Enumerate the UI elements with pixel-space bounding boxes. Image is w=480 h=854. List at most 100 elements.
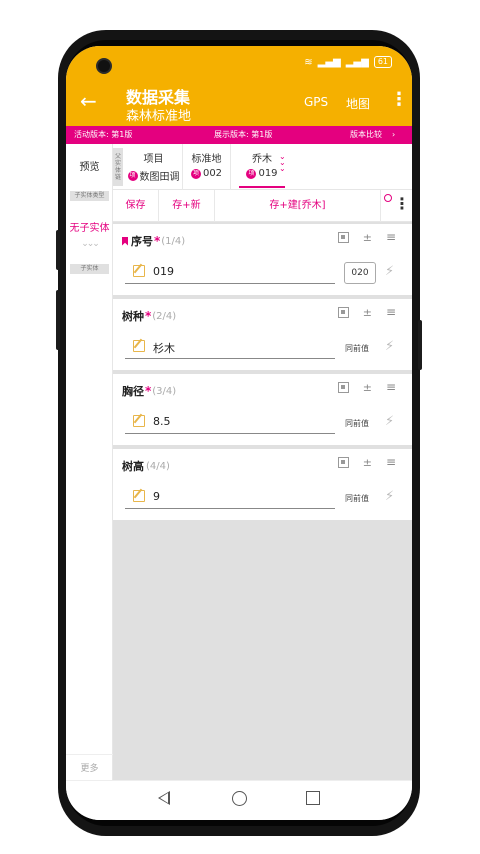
child-label: 子实体 bbox=[70, 264, 109, 274]
bolt-icon[interactable]: ⚡ bbox=[385, 339, 394, 354]
more-button[interactable]: 更多 bbox=[66, 754, 113, 774]
qr-code-icon[interactable] bbox=[337, 232, 349, 243]
status-icons: ≋ ▂▄▆ ▂▄▆ 61 bbox=[304, 56, 392, 68]
field-count: (3/4) bbox=[152, 385, 177, 397]
side-button bbox=[56, 230, 60, 270]
field-label: 树种 * (2/4) bbox=[122, 308, 176, 324]
entity-tab-value: 数图田调 bbox=[139, 172, 180, 183]
app-bar: ← 数据采集 森林标准地 GPS 地图 ⋮ bbox=[66, 80, 412, 126]
save-create-button[interactable]: 存+建[乔木] bbox=[215, 190, 381, 222]
side-button bbox=[418, 320, 422, 370]
card-icons: ± ≡ bbox=[337, 456, 396, 468]
required-star: * bbox=[145, 309, 152, 323]
qr-code-icon[interactable] bbox=[337, 457, 349, 468]
gps-button[interactable]: GPS bbox=[304, 95, 328, 109]
field-value: 8.5 bbox=[153, 415, 171, 428]
field-input[interactable]: 019 bbox=[125, 262, 335, 284]
save-new-button[interactable]: 存+新 bbox=[159, 190, 215, 222]
previous-value-button[interactable]: 同前值 bbox=[345, 418, 369, 429]
plus-minus-icon[interactable]: ± bbox=[363, 457, 372, 468]
field-label: 序号 * (1/4) bbox=[122, 233, 185, 249]
menu-icon[interactable]: ≡ bbox=[386, 231, 396, 243]
edit-icon bbox=[133, 265, 145, 277]
menu-icon[interactable]: ≡ bbox=[386, 306, 396, 318]
bookmark-icon bbox=[122, 236, 128, 246]
action-bar: 保存 存+新 存+建[乔木] ⋮ bbox=[113, 190, 412, 222]
previous-value-button[interactable]: 020 bbox=[344, 262, 376, 284]
field-count: (2/4) bbox=[152, 310, 177, 322]
previous-value-button[interactable]: 同前值 bbox=[345, 343, 369, 354]
nav-back-icon[interactable] bbox=[158, 791, 170, 805]
sidebar: 预览 子实体类型 无子实体 ⌄⌄⌄ 子实体 更多 bbox=[66, 144, 113, 780]
more-vert-icon[interactable]: ⋮ bbox=[394, 196, 410, 212]
version-compare-button[interactable]: 版本比较 bbox=[350, 126, 382, 144]
nav-recents-icon[interactable] bbox=[306, 791, 320, 805]
menu-icon[interactable]: ≡ bbox=[386, 456, 396, 468]
bolt-icon[interactable]: ⚡ bbox=[385, 414, 394, 429]
entity-tab-value: 019 bbox=[258, 168, 278, 179]
field-input[interactable]: 杉木 bbox=[125, 337, 335, 359]
edit-icon bbox=[133, 490, 145, 502]
side-button bbox=[56, 290, 60, 350]
entity-chain: 父实体链 项目 项数图田调 标准地 项 002 乔木 项 019 ⌄ ⌄ ⌄ bbox=[113, 144, 412, 190]
previous-value-button[interactable]: 同前值 bbox=[345, 493, 369, 504]
required-star: * bbox=[154, 234, 161, 248]
field-label: 树高 (4/4) bbox=[122, 458, 170, 474]
field-card: 胸径 * (3/4) ± ≡ 8.5 同前值 ⚡ bbox=[113, 374, 412, 445]
field-value: 019 bbox=[153, 265, 174, 278]
action-more[interactable]: ⋮ bbox=[382, 190, 412, 222]
main-panel: 父实体链 项目 项数图田调 标准地 项 002 乔木 项 019 ⌄ ⌄ ⌄ 保存 存+… bbox=[113, 144, 412, 780]
card-icons: ± ≡ bbox=[337, 306, 396, 318]
active-tab-indicator bbox=[239, 186, 285, 188]
field-name: 树高 bbox=[122, 460, 144, 473]
field-card: 序号 * (1/4) ± ≡ 019 020 ⚡ bbox=[113, 224, 412, 295]
field-value: 9 bbox=[153, 490, 160, 503]
save-button[interactable]: 保存 bbox=[113, 190, 159, 222]
entity-tab-project[interactable]: 项目 项数图田调 bbox=[125, 144, 183, 190]
entity-badge: 项 bbox=[246, 168, 257, 179]
preview-button[interactable]: 预览 bbox=[66, 158, 113, 173]
bolt-icon[interactable]: ⚡ bbox=[385, 489, 394, 504]
display-version[interactable]: 展示版本: 第1版 bbox=[214, 126, 272, 144]
field-card: 树种 * (2/4) ± ≡ 杉木 同前值 ⚡ bbox=[113, 299, 412, 370]
field-name: 序号 bbox=[131, 235, 153, 248]
entity-tab-name: 项目 bbox=[143, 154, 164, 165]
back-arrow-icon[interactable]: ← bbox=[80, 90, 97, 112]
field-count: (4/4) bbox=[146, 460, 170, 472]
nav-home-icon[interactable] bbox=[232, 791, 247, 806]
no-child-entity[interactable]: 无子实体 bbox=[66, 219, 113, 234]
plus-minus-icon[interactable]: ± bbox=[363, 382, 372, 393]
qr-code-icon[interactable] bbox=[337, 382, 349, 393]
parent-chain-label: 父实体链 bbox=[113, 148, 123, 186]
card-icons: ± ≡ bbox=[337, 381, 396, 393]
status-dot-icon bbox=[384, 194, 392, 202]
map-button[interactable]: 地图 bbox=[346, 95, 370, 112]
navigation-bar bbox=[66, 780, 412, 820]
field-name: 胸径 bbox=[122, 385, 144, 398]
battery-icon: 61 bbox=[373, 56, 392, 68]
more-vert-icon[interactable]: ⋮ bbox=[390, 91, 408, 109]
entity-badge: 项 bbox=[190, 168, 201, 179]
entity-tab-name: 标准地 bbox=[191, 154, 222, 165]
menu-icon[interactable]: ≡ bbox=[386, 381, 396, 393]
required-star: * bbox=[145, 384, 152, 398]
qr-code-icon[interactable] bbox=[337, 307, 349, 318]
edit-icon bbox=[133, 340, 145, 352]
field-card: 树高 (4/4) ± ≡ 9 同前值 ⚡ bbox=[113, 449, 412, 520]
edit-icon bbox=[133, 415, 145, 427]
plus-minus-icon[interactable]: ± bbox=[363, 307, 372, 318]
expand-icon[interactable]: ⌄⌄⌄ bbox=[66, 239, 113, 249]
chevron-down-icon[interactable]: ⌄ ⌄ ⌄ bbox=[279, 153, 286, 173]
field-label: 胸径 * (3/4) bbox=[122, 383, 176, 399]
plus-minus-icon[interactable]: ± bbox=[363, 232, 372, 243]
app-subtitle: 森林标准地 bbox=[126, 109, 192, 124]
field-input[interactable]: 8.5 bbox=[125, 412, 335, 434]
bolt-icon[interactable]: ⚡ bbox=[385, 264, 394, 279]
status-bar: ≋ ▂▄▆ ▂▄▆ 61 bbox=[66, 46, 412, 80]
chevron-right-icon[interactable]: › bbox=[392, 126, 395, 144]
wifi-icon: ≋ bbox=[304, 56, 313, 68]
field-input[interactable]: 9 bbox=[125, 487, 335, 509]
entity-tab-plot[interactable]: 标准地 项 002 bbox=[183, 144, 231, 190]
child-type-label: 子实体类型 bbox=[70, 191, 109, 201]
field-value: 杉木 bbox=[153, 342, 175, 355]
